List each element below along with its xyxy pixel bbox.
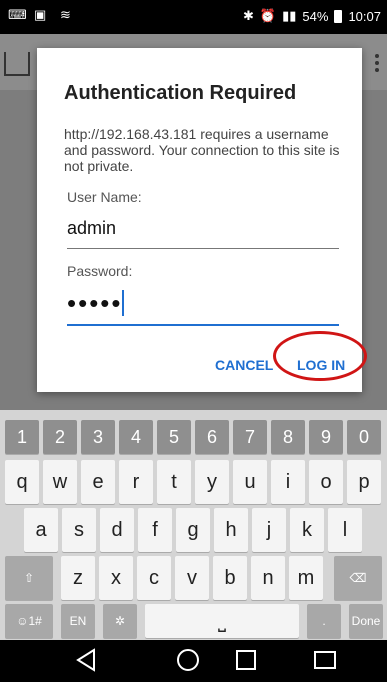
overflow-menu-icon[interactable] xyxy=(375,54,379,72)
key-c[interactable]: c xyxy=(137,556,171,600)
key-i[interactable]: i xyxy=(271,460,305,504)
key-9[interactable]: 9 xyxy=(309,420,343,454)
back-icon[interactable] xyxy=(74,648,98,672)
key-b[interactable]: b xyxy=(213,556,247,600)
symbol-key[interactable]: ☺1# xyxy=(5,604,53,638)
key-g[interactable]: g xyxy=(176,508,210,552)
key-v[interactable]: v xyxy=(175,556,209,600)
done-key[interactable]: Done xyxy=(349,604,383,638)
home-icon[interactable] xyxy=(4,52,30,76)
password-label: Password: xyxy=(67,263,133,279)
image-icon: ▣ xyxy=(34,7,47,22)
key-e[interactable]: e xyxy=(81,460,115,504)
alarm-icon: ⏰ xyxy=(259,8,277,23)
dialog-title: Authentication Required xyxy=(64,82,297,104)
key-o[interactable]: o xyxy=(309,460,343,504)
space-key[interactable]: ⎵ xyxy=(145,604,299,638)
key-z[interactable]: z xyxy=(61,556,95,600)
key-u[interactable]: u xyxy=(233,460,267,504)
cancel-button[interactable]: CANCEL xyxy=(215,357,273,373)
battery-icon xyxy=(334,9,343,23)
signal-icon: ▮▮ xyxy=(282,8,297,23)
settings-key-icon[interactable]: ✲ xyxy=(103,604,137,638)
key-a[interactable]: a xyxy=(24,508,58,552)
auth-dialog: Authentication Required http://192.168.4… xyxy=(37,48,367,392)
key-y[interactable]: y xyxy=(195,460,229,504)
password-field[interactable]: ••••• xyxy=(67,288,339,326)
key-7[interactable]: 7 xyxy=(233,420,267,454)
key-x[interactable]: x xyxy=(99,556,133,600)
backspace-key-icon[interactable]: ⌫ xyxy=(334,556,382,600)
username-value: admin xyxy=(67,218,117,238)
key-j[interactable]: j xyxy=(252,508,286,552)
key-5[interactable]: 5 xyxy=(157,420,191,454)
username-label: User Name: xyxy=(67,189,142,205)
language-key[interactable]: EN xyxy=(61,604,95,638)
clock: 10:07 xyxy=(348,8,381,24)
key-k[interactable]: k xyxy=(290,508,324,552)
key-m[interactable]: m xyxy=(289,556,323,600)
username-field[interactable]: admin xyxy=(67,212,339,249)
dialog-message: http://192.168.43.181 requires a usernam… xyxy=(64,126,340,174)
key-t[interactable]: t xyxy=(157,460,191,504)
key-l[interactable]: l xyxy=(328,508,362,552)
key-f[interactable]: f xyxy=(138,508,172,552)
key-1[interactable]: 1 xyxy=(5,420,39,454)
screen-switch-icon[interactable] xyxy=(312,648,338,672)
key-n[interactable]: n xyxy=(251,556,285,600)
text-cursor xyxy=(122,290,124,316)
period-key[interactable]: . xyxy=(307,604,341,638)
key-8[interactable]: 8 xyxy=(271,420,305,454)
soft-keyboard: 1 2 3 4 5 6 7 8 9 0 q w e r t y u i o p … xyxy=(0,410,387,640)
key-0[interactable]: 0 xyxy=(347,420,381,454)
key-d[interactable]: d xyxy=(100,508,134,552)
recent-apps-icon[interactable] xyxy=(234,648,258,672)
home-circle-icon[interactable] xyxy=(176,648,200,672)
key-h[interactable]: h xyxy=(214,508,248,552)
navigation-bar xyxy=(0,640,387,682)
bluetooth-icon: ✱ xyxy=(243,8,254,23)
key-w[interactable]: w xyxy=(43,460,77,504)
key-q[interactable]: q xyxy=(5,460,39,504)
battery-percent: 54% xyxy=(302,8,329,24)
key-4[interactable]: 4 xyxy=(119,420,153,454)
status-bar: ⌨ ▣ ≋ ✱ ⏰ ▮▮ 54% 10:07 xyxy=(0,0,387,34)
password-mask: ••••• xyxy=(67,288,123,318)
wifi-icon: ≋ xyxy=(60,7,71,22)
key-6[interactable]: 6 xyxy=(195,420,229,454)
key-3[interactable]: 3 xyxy=(81,420,115,454)
key-s[interactable]: s xyxy=(62,508,96,552)
keyboard-icon: ⌨ xyxy=(8,7,27,22)
key-p[interactable]: p xyxy=(347,460,381,504)
key-2[interactable]: 2 xyxy=(43,420,77,454)
highlight-circle xyxy=(273,331,367,381)
shift-key-icon[interactable]: ⇧ xyxy=(5,556,53,600)
key-r[interactable]: r xyxy=(119,460,153,504)
